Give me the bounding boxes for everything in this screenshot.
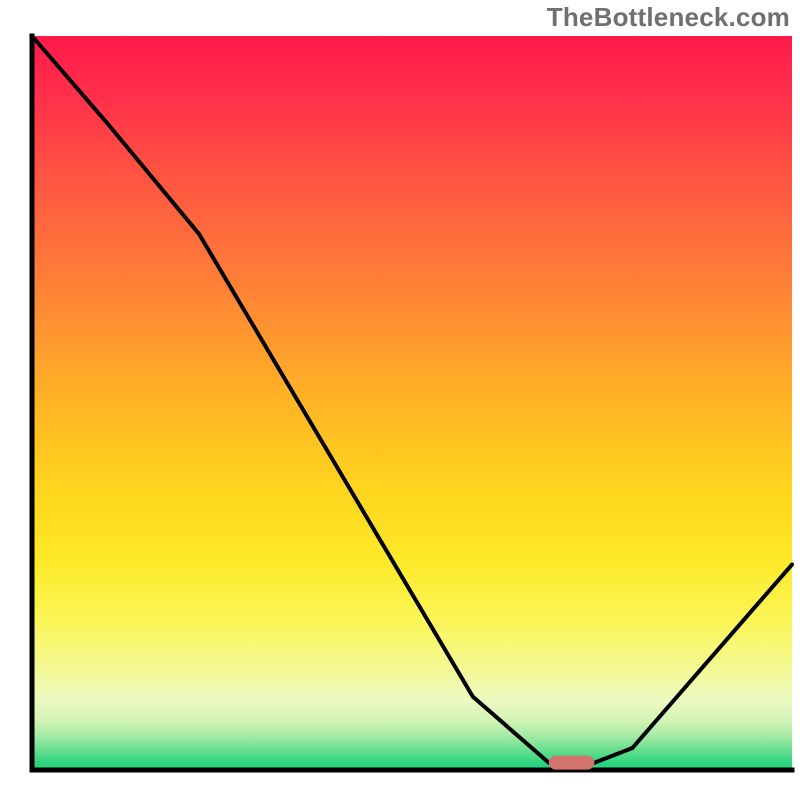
optimal-range-marker xyxy=(549,756,595,770)
bottleneck-chart xyxy=(0,0,800,800)
attribution-text: TheBottleneck.com xyxy=(547,2,790,33)
plot-area xyxy=(32,36,792,770)
gradient-background xyxy=(32,36,792,770)
